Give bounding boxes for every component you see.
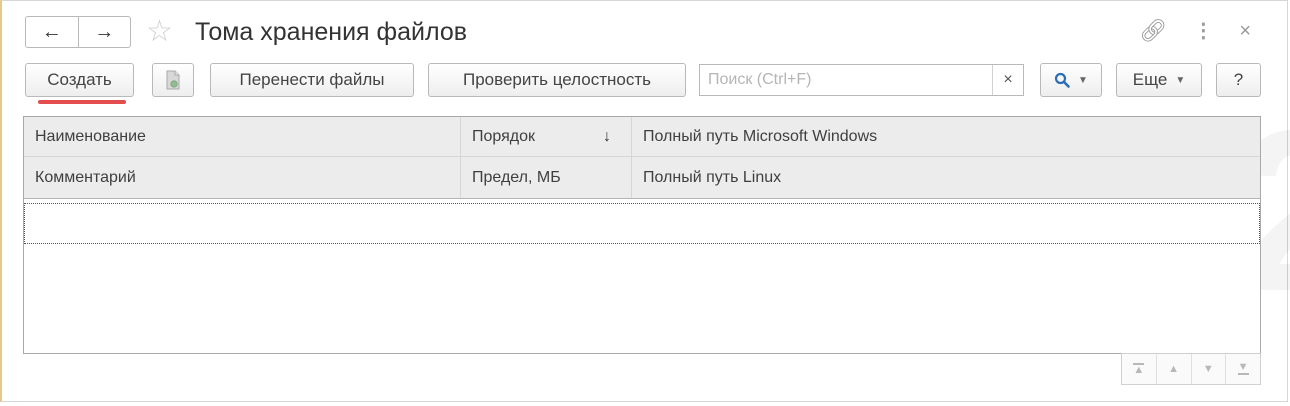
more-vertical-icon[interactable]: ⋮ <box>1193 17 1213 45</box>
table-header-row: Наименование Порядок ↓ Полный путь Micro… <box>24 117 1260 157</box>
close-icon: × <box>1003 71 1013 88</box>
arrow-down-icon: ▼ <box>1202 363 1214 375</box>
search-box: × <box>699 64 1024 96</box>
forward-button[interactable]: → <box>77 17 131 47</box>
search-input[interactable] <box>700 65 994 95</box>
scroll-up-button[interactable]: ▲ <box>1155 354 1191 384</box>
volumes-table[interactable]: Наименование Порядок ↓ Полный путь Micro… <box>23 116 1261 354</box>
search-button[interactable]: ▼ <box>1040 63 1102 97</box>
arrow-to-top-icon: ▲ <box>1133 363 1145 376</box>
table-header-row: Комментарий Предел, МБ Полный путь Linux <box>24 157 1260 199</box>
create-button-label: Создать <box>47 70 112 89</box>
link-icon[interactable]: 🔗︎ <box>1139 17 1167 45</box>
sort-down-arrow-icon: ↓ <box>603 127 611 145</box>
arrow-left-icon: ← <box>41 20 62 43</box>
create-button[interactable]: Создать <box>25 63 134 97</box>
column-header-label: Порядок <box>472 127 536 145</box>
column-header-linux-path[interactable]: Полный путь Linux <box>632 157 1260 198</box>
form-window: Е-ОФИС 24 ← → ☆ Тома хранения файлов 🔗︎ … <box>0 0 1290 402</box>
copy-button[interactable] <box>152 63 194 97</box>
column-header-name[interactable]: Наименование <box>24 117 461 156</box>
scroll-to-top-button[interactable]: ▲ <box>1122 354 1156 384</box>
move-files-button[interactable]: Перенести файлы <box>210 63 414 97</box>
page-title: Тома хранения файлов <box>195 18 468 46</box>
more-actions-button[interactable]: Еще ▼ <box>1116 63 1202 97</box>
column-header-label: Наименование <box>35 127 146 145</box>
column-header-label: Полный путь Linux <box>643 168 782 186</box>
table-row[interactable] <box>24 203 1260 244</box>
title-actions: 🔗︎ ⋮ × <box>1139 17 1251 45</box>
magnifier-icon <box>1054 72 1070 88</box>
column-header-label: Комментарий <box>35 168 136 186</box>
close-icon[interactable]: × <box>1239 17 1251 45</box>
navigation-buttons: ← → <box>25 16 131 48</box>
clear-search-button[interactable]: × <box>992 65 1023 95</box>
column-header-windows-path[interactable]: Полный путь Microsoft Windows <box>632 117 1260 156</box>
default-button-underline <box>38 100 126 104</box>
help-button[interactable]: ? <box>1216 63 1261 97</box>
star-icon[interactable]: ☆ <box>146 15 173 49</box>
arrow-up-icon: ▲ <box>1168 363 1180 375</box>
more-actions-label: Еще <box>1132 70 1168 89</box>
arrow-right-icon: → <box>94 20 115 43</box>
copy-document-icon <box>166 70 180 90</box>
check-integrity-button[interactable]: Проверить целостность <box>428 63 686 97</box>
column-header-label: Предел, МБ <box>472 168 561 186</box>
chevron-down-icon: ▼ <box>1175 74 1186 86</box>
arrow-to-bottom-icon: ▼ <box>1237 361 1249 375</box>
check-integrity-label: Проверить целостность <box>462 70 651 89</box>
column-header-limit[interactable]: Предел, МБ <box>461 157 632 198</box>
column-header-comment[interactable]: Комментарий <box>24 157 461 198</box>
help-label: ? <box>1233 70 1244 89</box>
column-header-order[interactable]: Порядок ↓ <box>461 117 632 156</box>
chevron-down-icon: ▼ <box>1078 74 1088 86</box>
scroll-down-button[interactable]: ▼ <box>1190 354 1226 384</box>
scroll-to-bottom-button[interactable]: ▼ <box>1225 354 1260 384</box>
list-scroll-buttons: ▲ ▲ ▼ ▼ <box>1121 353 1261 385</box>
back-button[interactable]: ← <box>26 17 78 47</box>
move-files-label: Перенести файлы <box>239 70 385 89</box>
column-header-label: Полный путь Microsoft Windows <box>643 127 878 145</box>
